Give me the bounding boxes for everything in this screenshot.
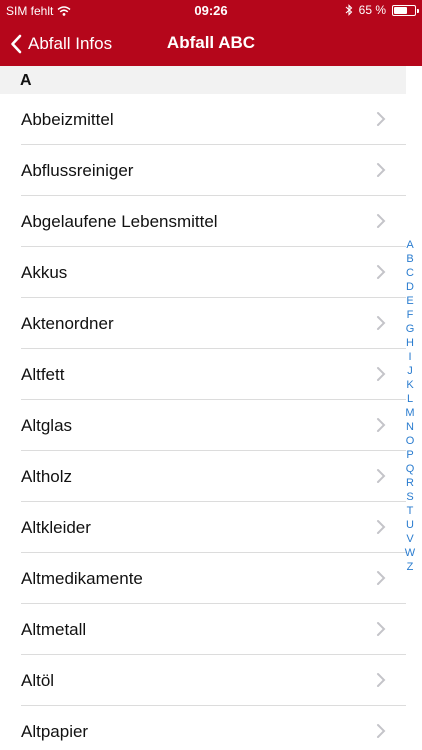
alphabet-index[interactable]: ABCDEFGHIJKLMNOPQRSTUVWZ: [400, 238, 420, 574]
chevron-right-icon: [377, 214, 386, 228]
app-header: SIM fehlt 09:26 65 % Abfall Infos Abfall…: [0, 0, 422, 66]
list-item[interactable]: Akkus: [0, 247, 406, 298]
chevron-right-icon: [377, 520, 386, 534]
battery-icon: [392, 4, 419, 16]
chevron-right-icon: [377, 265, 386, 279]
list-item-label: Abbeizmittel: [21, 109, 114, 129]
list-item-label: Abflussreiniger: [21, 160, 134, 180]
index-letter[interactable]: Q: [406, 462, 415, 476]
index-letter[interactable]: T: [407, 504, 414, 518]
index-letter[interactable]: Z: [407, 560, 414, 574]
list-item-label: Aktenordner: [21, 313, 114, 333]
list-item[interactable]: Aktenordner: [0, 298, 406, 349]
list-item-label: Altkleider: [21, 517, 91, 537]
list-item[interactable]: Altmedikamente: [0, 553, 406, 604]
chevron-right-icon: [377, 163, 386, 177]
list-item[interactable]: Altmetall: [0, 604, 406, 655]
index-letter[interactable]: N: [406, 420, 414, 434]
list-item-label: Akkus: [21, 262, 68, 282]
bluetooth-icon: [345, 4, 352, 16]
list-item-label: Altfett: [21, 364, 65, 384]
list-item-label: Altpapier: [21, 721, 89, 741]
index-letter[interactable]: D: [406, 280, 414, 294]
section-header: A: [0, 66, 406, 94]
index-letter[interactable]: P: [406, 448, 413, 462]
status-right: 65 %: [345, 3, 419, 17]
index-letter[interactable]: G: [406, 322, 415, 336]
battery-percent: 65 %: [358, 3, 386, 17]
list-item[interactable]: Altfett: [0, 349, 406, 400]
index-letter[interactable]: H: [406, 336, 414, 350]
list-item[interactable]: Altkleider: [0, 502, 406, 553]
index-letter[interactable]: B: [406, 252, 413, 266]
list-item[interactable]: Abgelaufene Lebensmittel: [0, 196, 406, 247]
list-item[interactable]: Altpapier: [0, 706, 406, 750]
chevron-right-icon: [377, 418, 386, 432]
chevron-right-icon: [377, 112, 386, 126]
index-letter[interactable]: I: [408, 350, 411, 364]
index-letter[interactable]: O: [406, 434, 415, 448]
chevron-right-icon: [377, 367, 386, 381]
chevron-right-icon: [377, 469, 386, 483]
index-letter[interactable]: E: [406, 294, 413, 308]
list-item[interactable]: Altholz: [0, 451, 406, 502]
page-title: Abfall ABC: [166, 33, 256, 52]
list-item-label: Altöl: [21, 670, 55, 690]
nav-bar: Abfall Infos Abfall ABC: [0, 22, 422, 66]
battery-fill: [394, 6, 407, 14]
index-letter[interactable]: S: [406, 490, 413, 504]
index-letter[interactable]: J: [407, 364, 413, 378]
index-letter[interactable]: W: [405, 546, 415, 560]
status-bar: SIM fehlt 09:26 65 %: [0, 0, 422, 22]
list-item[interactable]: Altöl: [0, 655, 406, 706]
list-item-label: Altglas: [21, 415, 73, 435]
chevron-right-icon: [377, 724, 386, 738]
chevron-right-icon: [377, 673, 386, 687]
index-letter[interactable]: M: [405, 406, 414, 420]
list-item[interactable]: Altglas: [0, 400, 406, 451]
list-item[interactable]: Abflussreiniger: [0, 145, 406, 196]
index-letter[interactable]: A: [406, 238, 413, 252]
index-letter[interactable]: U: [406, 518, 414, 532]
index-letter[interactable]: C: [406, 266, 414, 280]
index-letter[interactable]: F: [407, 308, 414, 322]
chevron-right-icon: [377, 571, 386, 585]
chevron-right-icon: [377, 316, 386, 330]
index-letter[interactable]: R: [406, 476, 414, 490]
index-letter[interactable]: K: [406, 378, 413, 392]
item-list: Abbeizmittel Abflussreiniger Abgelaufene L…: [0, 94, 406, 750]
index-letter[interactable]: V: [406, 532, 413, 546]
list-item-label: Abgelaufene Lebensmittel: [21, 211, 218, 231]
list-item[interactable]: Abbeizmittel: [0, 94, 406, 145]
list-item-label: Altmetall: [21, 619, 87, 639]
chevron-right-icon: [377, 622, 386, 636]
list-item-label: Altmedikamente: [21, 568, 143, 588]
index-letter[interactable]: L: [407, 392, 413, 406]
list-item-label: Altholz: [21, 466, 73, 486]
